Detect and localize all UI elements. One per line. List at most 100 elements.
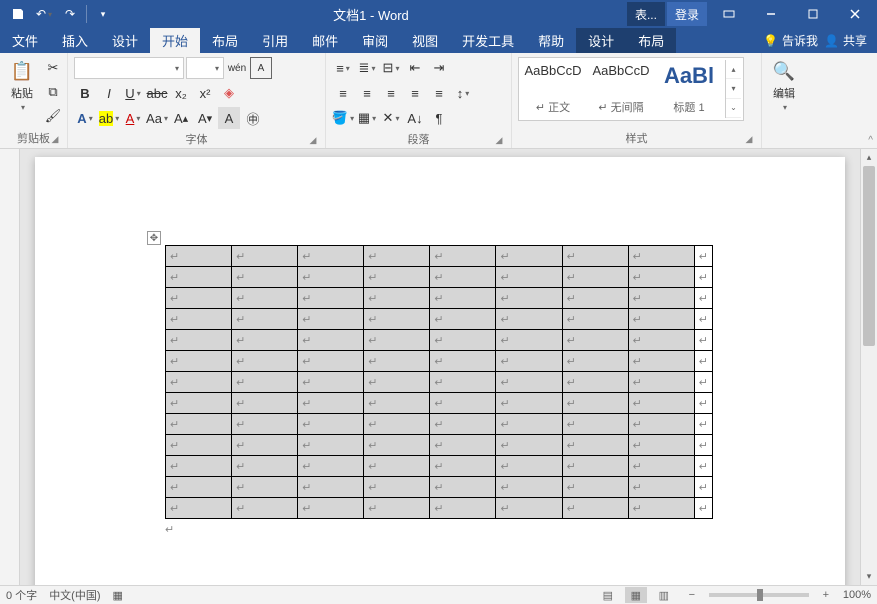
table-cell[interactable]: ↵ bbox=[232, 246, 298, 267]
table-cell[interactable]: ↵ bbox=[166, 330, 232, 351]
table-cell[interactable]: ↵ bbox=[562, 477, 628, 498]
table-cell[interactable]: ↵ bbox=[562, 288, 628, 309]
read-mode-button[interactable]: ▤ bbox=[597, 587, 619, 603]
table-cell[interactable]: ↵ bbox=[628, 372, 694, 393]
minimize-button[interactable] bbox=[751, 0, 791, 28]
copy-button[interactable]: ⧉ bbox=[42, 81, 64, 103]
multilevel-button[interactable]: ⊟▾ bbox=[380, 57, 402, 79]
login-button[interactable]: 登录 bbox=[667, 2, 707, 26]
table-cell[interactable]: ↵ bbox=[430, 246, 496, 267]
tab-insert[interactable]: 插入 bbox=[50, 28, 100, 53]
table-cell[interactable]: ↵ bbox=[232, 456, 298, 477]
table-cell[interactable]: ↵ bbox=[562, 309, 628, 330]
table-cell[interactable]: ↵ bbox=[232, 330, 298, 351]
table-cell[interactable]: ↵ bbox=[232, 372, 298, 393]
line-spacing-button[interactable]: ↕▾ bbox=[452, 82, 474, 104]
undo-button[interactable]: ↶▾ bbox=[32, 2, 56, 26]
paragraph-launcher[interactable]: ◢ bbox=[493, 135, 505, 147]
table-cell[interactable]: ↵ bbox=[298, 309, 364, 330]
table-cell[interactable]: ↵ bbox=[364, 477, 430, 498]
enclose-char-button[interactable]: ㊥ bbox=[242, 107, 264, 129]
tab-help[interactable]: 帮助 bbox=[526, 28, 576, 53]
table-cell[interactable]: ↵ bbox=[430, 498, 496, 519]
bold-button[interactable]: B bbox=[74, 82, 96, 104]
table-cell[interactable]: ↵ bbox=[628, 498, 694, 519]
italic-button[interactable]: I bbox=[98, 82, 120, 104]
collapse-ribbon-button[interactable]: ^ bbox=[868, 135, 873, 146]
clipboard-launcher[interactable]: ◢ bbox=[49, 134, 61, 146]
scroll-thumb[interactable] bbox=[863, 166, 875, 346]
table-cell[interactable]: ↵ bbox=[628, 393, 694, 414]
document-scroll[interactable]: ✥ ↵↵↵↵↵↵↵↵↵↵↵↵↵↵↵↵↵↵↵↵↵↵↵↵↵↵↵↵↵↵↵↵↵↵↵↵↵↵… bbox=[20, 149, 860, 585]
align-right-button[interactable]: ≡ bbox=[380, 82, 402, 104]
qat-customize-button[interactable]: ▾ bbox=[91, 2, 115, 26]
scroll-down-button[interactable]: ▾ bbox=[861, 568, 877, 585]
tab-mailings[interactable]: 邮件 bbox=[300, 28, 350, 53]
table-cell[interactable]: ↵ bbox=[562, 414, 628, 435]
zoom-out-button[interactable]: − bbox=[681, 587, 703, 603]
table-cell[interactable]: ↵ bbox=[496, 435, 562, 456]
scroll-up-button[interactable]: ▴ bbox=[861, 149, 877, 166]
table-cell[interactable]: ↵ bbox=[628, 414, 694, 435]
table-cell[interactable]: ↵ bbox=[562, 246, 628, 267]
table-cell[interactable]: ↵ bbox=[628, 456, 694, 477]
tab-file[interactable]: 文件 bbox=[0, 28, 50, 53]
table-cell[interactable]: ↵ bbox=[298, 351, 364, 372]
table-cell[interactable]: ↵ bbox=[166, 267, 232, 288]
tab-devtools[interactable]: 开发工具 bbox=[450, 28, 526, 53]
zoom-slider-thumb[interactable] bbox=[757, 589, 763, 601]
table-cell[interactable]: ↵ bbox=[430, 372, 496, 393]
table-cell[interactable]: ↵ bbox=[166, 288, 232, 309]
table-cell[interactable]: ↵ bbox=[628, 309, 694, 330]
styles-gallery-more[interactable]: ▴▾⌄ bbox=[725, 60, 741, 118]
zoom-in-button[interactable]: + bbox=[815, 587, 837, 603]
table-cell[interactable]: ↵ bbox=[562, 330, 628, 351]
font-size-combo[interactable]: ▾ bbox=[186, 57, 224, 79]
table-cell[interactable]: ↵ bbox=[496, 267, 562, 288]
table-cell[interactable]: ↵ bbox=[430, 393, 496, 414]
font-launcher[interactable]: ◢ bbox=[307, 135, 319, 147]
table-cell[interactable]: ↵ bbox=[298, 393, 364, 414]
style-no-spacing[interactable]: AaBbCcD ↵ 无间隔 bbox=[589, 60, 653, 118]
table-cell[interactable]: ↵ bbox=[298, 498, 364, 519]
vertical-ruler[interactable] bbox=[0, 149, 20, 585]
tell-me-button[interactable]: 💡告诉我 bbox=[763, 32, 818, 49]
decrease-indent-button[interactable]: ⇤ bbox=[404, 57, 426, 79]
table-cell[interactable]: ↵ bbox=[496, 330, 562, 351]
vertical-scrollbar[interactable]: ▴ ▾ bbox=[860, 149, 877, 585]
table-cell[interactable]: ↵ bbox=[496, 351, 562, 372]
asian-layout-button[interactable]: ✕▾ bbox=[380, 107, 402, 129]
table-cell[interactable]: ↵ bbox=[496, 246, 562, 267]
table-cell[interactable]: ↵ bbox=[232, 498, 298, 519]
table-cell[interactable]: ↵ bbox=[430, 477, 496, 498]
increase-indent-button[interactable]: ⇥ bbox=[428, 57, 450, 79]
table-cell[interactable]: ↵ bbox=[298, 414, 364, 435]
superscript-button[interactable]: x² bbox=[194, 82, 216, 104]
phonetic-guide-button[interactable]: wén bbox=[226, 57, 248, 79]
table-cell[interactable]: ↵ bbox=[430, 435, 496, 456]
strikethrough-button[interactable]: abc bbox=[146, 82, 168, 104]
redo-button[interactable]: ↷ bbox=[58, 2, 82, 26]
table-cell[interactable]: ↵ bbox=[496, 372, 562, 393]
table-cell[interactable]: ↵ bbox=[298, 456, 364, 477]
table-cell[interactable]: ↵ bbox=[298, 246, 364, 267]
table-cell[interactable]: ↵ bbox=[232, 267, 298, 288]
table-cell[interactable]: ↵ bbox=[232, 288, 298, 309]
table-cell[interactable]: ↵ bbox=[496, 456, 562, 477]
text-effects-button[interactable]: A▾ bbox=[74, 107, 96, 129]
table-cell[interactable]: ↵ bbox=[562, 351, 628, 372]
table-cell[interactable]: ↵ bbox=[232, 393, 298, 414]
style-normal[interactable]: AaBbCcD ↵ 正文 bbox=[521, 60, 585, 118]
tab-references[interactable]: 引用 bbox=[250, 28, 300, 53]
font-color-button[interactable]: A▾ bbox=[122, 107, 144, 129]
table-cell[interactable]: ↵ bbox=[430, 267, 496, 288]
table-cell[interactable]: ↵ bbox=[562, 372, 628, 393]
table-cell[interactable]: ↵ bbox=[496, 393, 562, 414]
change-case-button[interactable]: Aa▾ bbox=[146, 107, 168, 129]
table-cell[interactable]: ↵ bbox=[628, 246, 694, 267]
numbering-button[interactable]: ≣▾ bbox=[356, 57, 378, 79]
paste-button[interactable]: 📋 粘贴 ▾ bbox=[6, 57, 38, 114]
close-button[interactable] bbox=[835, 0, 875, 28]
tab-table-design[interactable]: 设计 bbox=[576, 28, 626, 53]
zoom-level[interactable]: 100% bbox=[843, 589, 871, 601]
